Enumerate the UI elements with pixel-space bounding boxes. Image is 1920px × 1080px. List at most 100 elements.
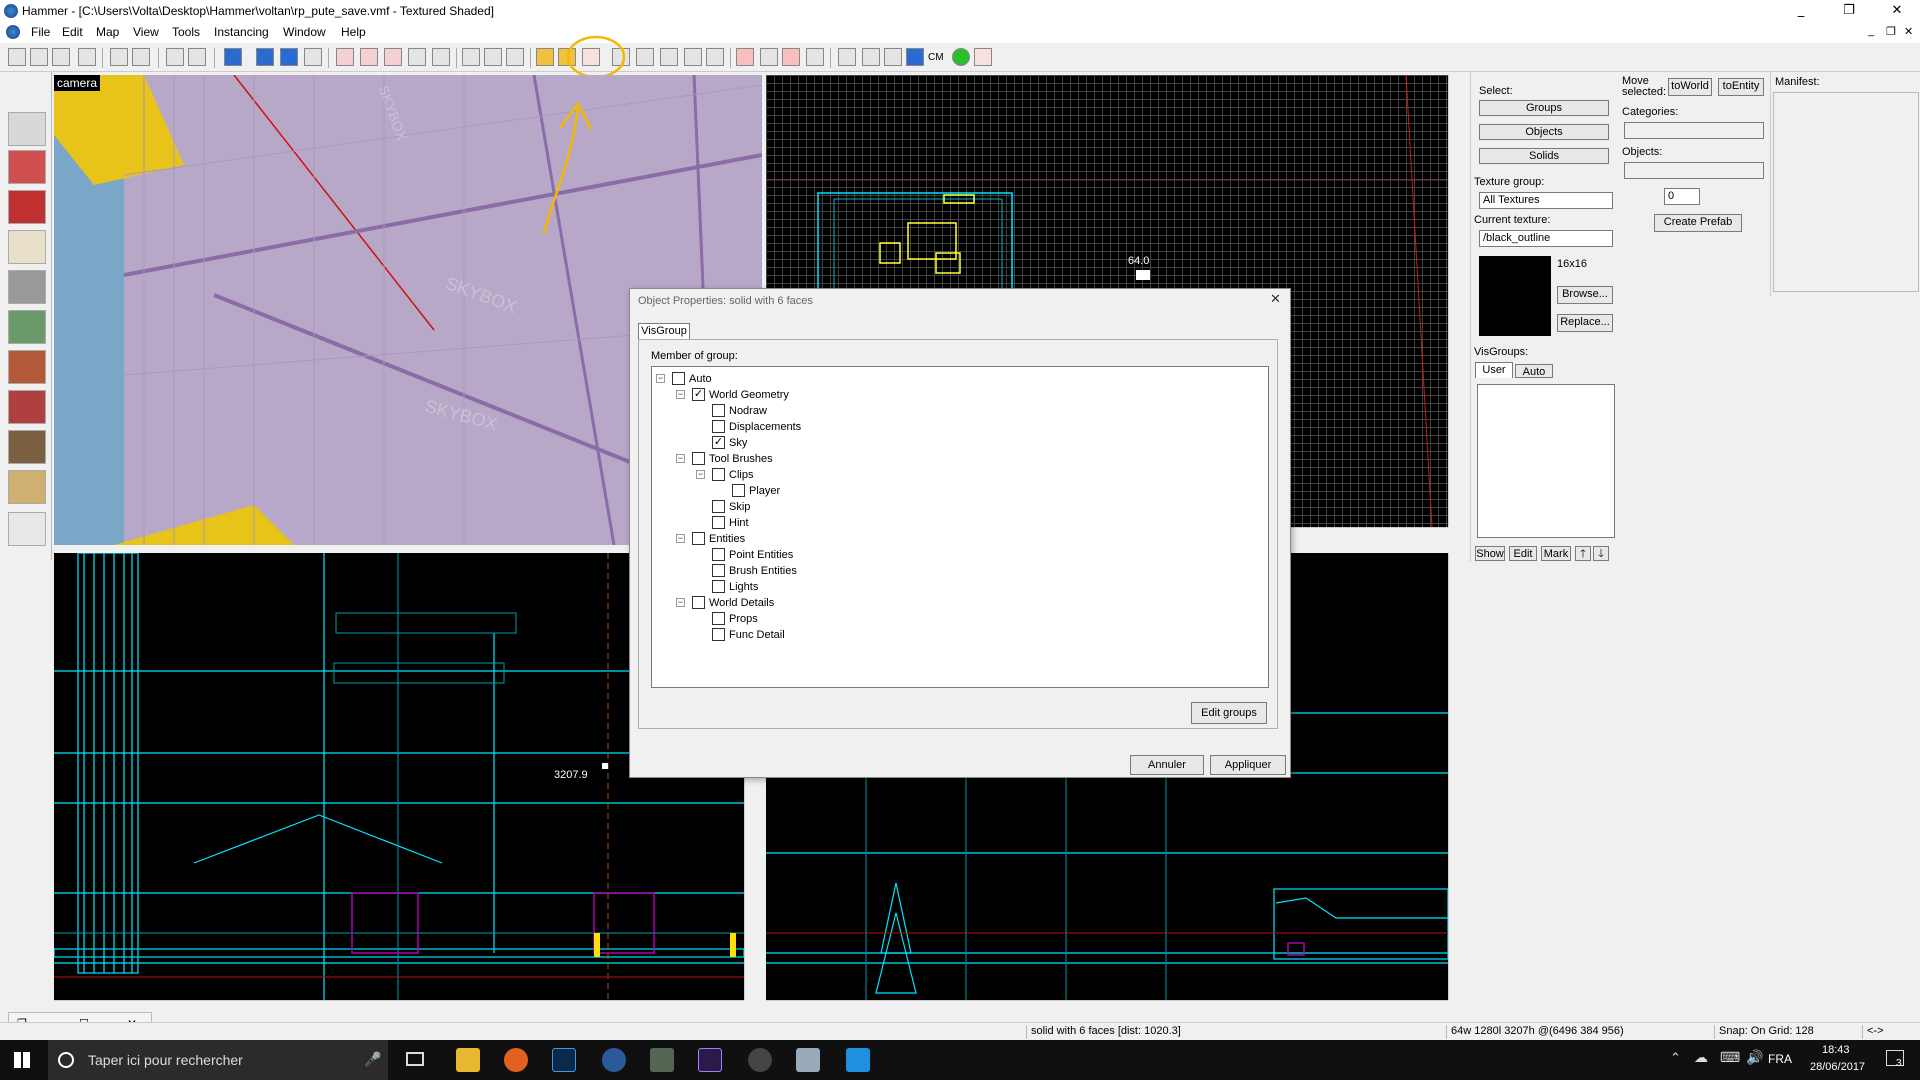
select-groups-button[interactable]: Groups bbox=[1479, 100, 1609, 116]
visgroup-checkbox[interactable] bbox=[692, 596, 705, 609]
ungroup-icon[interactable] bbox=[132, 48, 150, 66]
cm-button[interactable]: CM bbox=[928, 52, 944, 63]
tree-expander-icon[interactable]: − bbox=[656, 374, 665, 383]
visgroup-checkbox[interactable] bbox=[712, 548, 725, 561]
tree-expander-icon[interactable]: − bbox=[676, 390, 685, 399]
grid-toggle-icon[interactable] bbox=[8, 48, 26, 66]
visgroup-label[interactable]: Props bbox=[729, 611, 758, 627]
tray-chevron-icon[interactable]: ⌃ bbox=[1670, 1050, 1681, 1066]
clipping-tool-icon[interactable] bbox=[8, 470, 46, 504]
edit-groups-button[interactable]: Edit groups bbox=[1191, 702, 1267, 724]
windows-start-icon[interactable] bbox=[14, 1052, 30, 1068]
visgroups-up-button[interactable]: 🡑 bbox=[1575, 546, 1591, 561]
copy-icon[interactable] bbox=[484, 48, 502, 66]
menu-file[interactable]: File bbox=[31, 25, 50, 39]
texture-lock-icon[interactable] bbox=[432, 48, 450, 66]
undo-icon[interactable] bbox=[166, 48, 184, 66]
close-button[interactable]: ✕ bbox=[1874, 0, 1920, 22]
visgroup-checkbox[interactable]: ✓ bbox=[692, 388, 705, 401]
browse-texture-button[interactable]: Browse... bbox=[1557, 286, 1613, 304]
visgroups-mark-button[interactable]: Mark bbox=[1541, 546, 1571, 561]
visgroup-checkbox[interactable] bbox=[712, 564, 725, 577]
select-in-box-icon[interactable] bbox=[636, 48, 654, 66]
app-taskbar-icon[interactable] bbox=[650, 1048, 674, 1072]
texture-lock-scale-icon[interactable] bbox=[660, 48, 678, 66]
texture-browser-icon[interactable] bbox=[862, 48, 880, 66]
visgroup-label[interactable]: Tool Brushes bbox=[709, 451, 773, 467]
visgroup-label[interactable]: Lights bbox=[729, 579, 758, 595]
visgroups-show-button[interactable]: Show bbox=[1475, 546, 1505, 561]
menu-window[interactable]: Window bbox=[283, 25, 326, 39]
magnify-tool-icon[interactable] bbox=[8, 150, 46, 184]
menu-map[interactable]: Map bbox=[96, 25, 119, 39]
apply-button[interactable]: Appliquer bbox=[1210, 755, 1286, 775]
maximize-button[interactable]: ❐ bbox=[1826, 0, 1872, 22]
visgroup-checkbox[interactable] bbox=[712, 420, 725, 433]
visgroup-label[interactable]: Hint bbox=[729, 515, 749, 531]
visgroup-label[interactable]: Entities bbox=[709, 531, 745, 547]
language-indicator[interactable]: FRA bbox=[1768, 1052, 1792, 1066]
categories-select[interactable] bbox=[1624, 122, 1764, 139]
visgroup-checkbox[interactable] bbox=[712, 580, 725, 593]
flat-shaded-icon[interactable] bbox=[838, 48, 856, 66]
visgroup-checkbox[interactable] bbox=[712, 628, 725, 641]
texture-alignment-icon[interactable] bbox=[684, 48, 702, 66]
visgroup-label[interactable]: Auto bbox=[689, 371, 712, 387]
block-tool-icon[interactable] bbox=[8, 270, 46, 304]
selection-tool-icon[interactable] bbox=[8, 112, 46, 146]
viewport-front-hscroll[interactable] bbox=[54, 1000, 744, 1016]
visgroup-label[interactable]: Nodraw bbox=[729, 403, 767, 419]
visgroup-label[interactable]: World Details bbox=[709, 595, 774, 611]
select-objects-button[interactable]: Objects bbox=[1479, 124, 1609, 140]
menu-view[interactable]: View bbox=[133, 25, 159, 39]
mdi-minimize-button[interactable]: _ bbox=[1868, 25, 1874, 37]
group-icon[interactable] bbox=[110, 48, 128, 66]
mdi-restore-button[interactable]: ❐ bbox=[1886, 25, 1896, 38]
tree-expander-icon[interactable]: − bbox=[696, 470, 705, 479]
ig-icon[interactable] bbox=[304, 48, 322, 66]
visgroup-checkbox[interactable] bbox=[712, 612, 725, 625]
tree-expander-icon[interactable]: − bbox=[676, 454, 685, 463]
hammer-taskbar-icon[interactable] bbox=[602, 1048, 626, 1072]
entity-help-icon[interactable] bbox=[782, 48, 800, 66]
visgroup-checkbox[interactable] bbox=[672, 372, 685, 385]
app-taskbar-icon[interactable] bbox=[796, 1048, 820, 1072]
steam-icon[interactable] bbox=[748, 1048, 772, 1072]
visgroup-label[interactable]: Player bbox=[749, 483, 780, 499]
decal-tool-icon[interactable] bbox=[8, 390, 46, 424]
menu-instancing[interactable]: Instancing bbox=[214, 25, 269, 39]
cordon-icon[interactable] bbox=[952, 48, 970, 66]
to-entity-button[interactable]: toEntity bbox=[1718, 78, 1764, 96]
firefox-icon[interactable] bbox=[504, 1048, 528, 1072]
clock-date[interactable]: 28/06/2017 bbox=[1810, 1061, 1865, 1073]
visgroup-label[interactable]: World Geometry bbox=[709, 387, 789, 403]
menu-edit[interactable]: Edit bbox=[62, 25, 83, 39]
visgroups-user-tab[interactable]: User bbox=[1475, 362, 1513, 378]
viewport-top-vscroll[interactable] bbox=[1448, 75, 1464, 527]
task-view-icon[interactable] bbox=[406, 1052, 424, 1066]
cloud-icon[interactable]: ☁ bbox=[1694, 1049, 1708, 1066]
texture-application-icon[interactable] bbox=[8, 310, 46, 344]
grid-smaller-icon[interactable] bbox=[52, 48, 70, 66]
cut-icon[interactable] bbox=[462, 48, 480, 66]
texture-group-select[interactable]: All Textures bbox=[1479, 192, 1613, 209]
viewport-side-hscroll[interactable] bbox=[766, 1000, 1448, 1016]
to-world-button[interactable]: toWorld bbox=[1668, 78, 1712, 96]
visgroup-tab[interactable]: VisGroup bbox=[638, 323, 690, 340]
hollow-icon[interactable] bbox=[256, 48, 274, 66]
menu-tools[interactable]: Tools bbox=[172, 25, 200, 39]
paste-icon[interactable] bbox=[506, 48, 524, 66]
visgroups-auto-tab[interactable]: Auto bbox=[1515, 364, 1553, 378]
visgroup-label[interactable]: Skip bbox=[729, 499, 750, 515]
draw-cordon-icon[interactable] bbox=[974, 48, 992, 66]
visgroup-checkbox[interactable] bbox=[712, 516, 725, 529]
hammer-menu-icon[interactable] bbox=[6, 25, 20, 39]
vertex-tool-icon[interactable] bbox=[8, 512, 46, 546]
lighting-icon[interactable] bbox=[760, 48, 778, 66]
visgroups-edit-button[interactable]: Edit bbox=[1509, 546, 1537, 561]
carve-icon[interactable] bbox=[224, 48, 242, 66]
redo-icon[interactable] bbox=[188, 48, 206, 66]
visgroup-label[interactable]: Func Detail bbox=[729, 627, 785, 643]
manifest-list[interactable] bbox=[1773, 92, 1919, 292]
grid-3d-icon[interactable] bbox=[30, 48, 48, 66]
